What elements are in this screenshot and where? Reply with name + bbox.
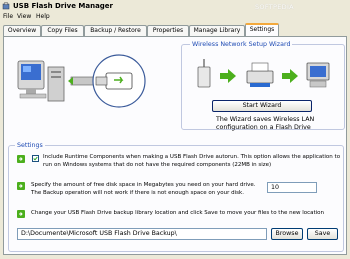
title-bar: USB Flash Drive Manager SOFTPEDIA: [0, 0, 350, 12]
green-arrow-icon: [17, 210, 25, 218]
runtime-components-label: Include Runtime Components when making a…: [43, 154, 341, 168]
watermark-text: SOFTPEDIA: [255, 3, 294, 11]
app-window: USB Flash Drive Manager SOFTPEDIA File V…: [0, 0, 350, 259]
menu-file[interactable]: File: [3, 13, 13, 20]
tab-backup-restore[interactable]: Backup / Restore: [84, 25, 147, 36]
start-wizard-button[interactable]: Start Wizard: [212, 100, 312, 112]
save-button[interactable]: Save: [307, 228, 338, 240]
green-arrow-icon: [17, 182, 25, 190]
wireless-devices-illustration: [197, 59, 330, 88]
checkmark-icon: [33, 156, 38, 161]
computer-icon: [17, 60, 65, 102]
runtime-components-checkbox[interactable]: [32, 155, 39, 162]
tab-copy-files[interactable]: Copy Files: [41, 25, 84, 36]
tab-settings[interactable]: Settings: [245, 23, 279, 36]
menu-view[interactable]: View: [17, 13, 31, 20]
computer-usb-illustration: [17, 54, 146, 108]
settings-group-title: Settings: [15, 142, 45, 149]
free-space-input[interactable]: 10: [267, 182, 317, 193]
arrow-right-icon: [220, 69, 236, 83]
arrow-right-icon: [282, 69, 298, 83]
tab-properties[interactable]: Properties: [147, 25, 189, 36]
settings-group: Settings Include Runtime Components when…: [8, 142, 344, 252]
library-path-input[interactable]: D:\Documente\Microsoft USB Flash Drive B…: [17, 228, 267, 240]
menu-bar: File View Help: [0, 13, 350, 22]
computer-icon: [306, 62, 330, 88]
free-space-label: Specify the amount of free disk space in…: [31, 182, 256, 196]
wireless-wizard-group: Wireless Network Setup Wizard Start Wiza…: [181, 41, 345, 131]
library-location-label: Change your USB Flash Drive backup libra…: [31, 210, 325, 216]
router-icon: [197, 59, 211, 88]
wizard-group-title: Wireless Network Setup Wizard: [190, 41, 293, 48]
settings-panel: Wireless Network Setup Wizard Start Wiza…: [3, 36, 347, 255]
tab-manage-library[interactable]: Manage Library: [189, 25, 245, 36]
usb-app-icon: [2, 2, 10, 10]
wizard-description: The Wizard saves Wireless LAN configurat…: [216, 116, 315, 131]
tab-overview[interactable]: Overview: [3, 25, 41, 36]
menu-help[interactable]: Help: [36, 13, 50, 20]
usb-connector-arrow-icon: [68, 76, 96, 86]
usb-drive-icon: [92, 54, 146, 108]
browse-button[interactable]: Browse: [271, 228, 303, 240]
window-title: USB Flash Drive Manager: [13, 2, 114, 10]
green-arrow-icon: [17, 155, 25, 163]
printer-icon: [246, 62, 274, 87]
